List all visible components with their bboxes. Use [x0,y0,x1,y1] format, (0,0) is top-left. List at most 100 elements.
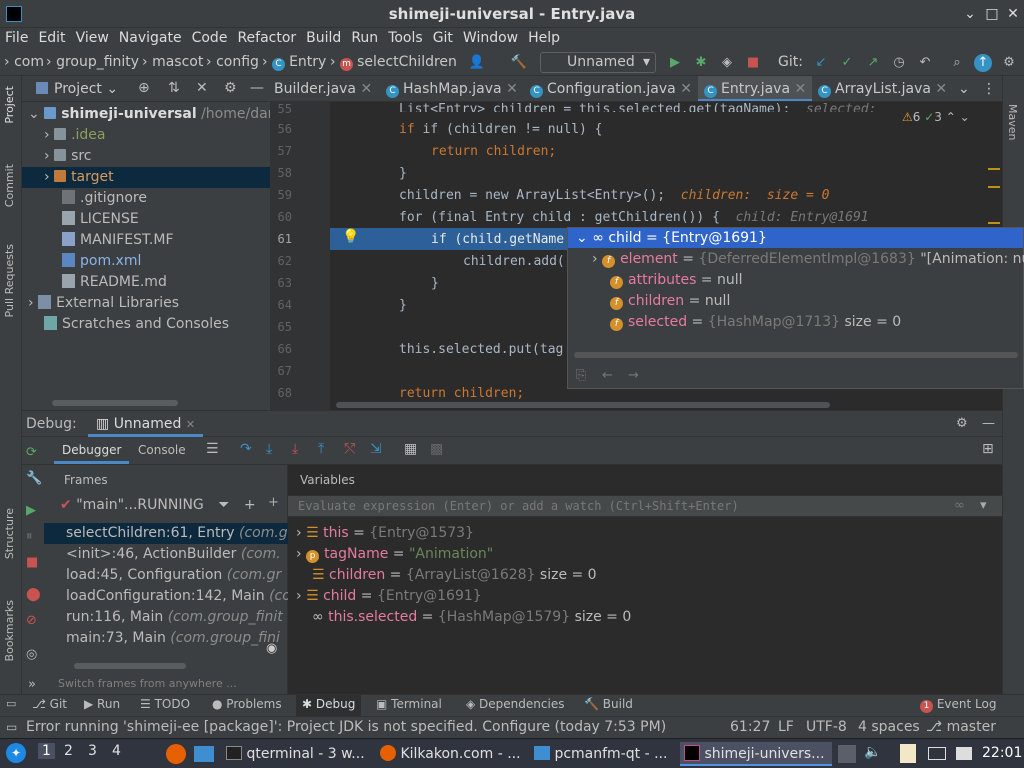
status-message[interactable]: Error running 'shimeji-ee [package]': Pr… [26,719,696,735]
popup-row-selected[interactable]: f selected = {HashMap@1713} size = 0 [610,312,901,333]
tool-dependencies[interactable]: ◈ Dependencies [466,697,564,711]
network-icon[interactable] [956,747,972,760]
force-step-into-icon[interactable]: ⤓ [292,441,298,457]
mute-breakpoints-icon[interactable]: ⊘ [26,613,37,628]
event-log[interactable]: 1 Event Log [920,697,996,713]
line-separator[interactable]: LF [778,719,794,735]
update-ide-icon[interactable]: ↑ [974,54,992,72]
popup-scrollbar[interactable] [574,352,1018,358]
evaluate-input[interactable]: Evaluate expression (Enter) or add a wat… [288,495,1002,517]
tab-configuration[interactable]: C Configuration.java ✕ [530,76,692,101]
lightbulb-icon[interactable]: 💡 [342,229,359,245]
pin-icon[interactable]: ⎘ [576,368,586,383]
menu-edit[interactable]: Edit [33,28,70,48]
code-line-60[interactable]: for (final Entry child : getChildren()) … [399,210,869,225]
close-tab-icon[interactable]: ✕ [506,81,518,97]
tool-tab-maven[interactable]: Maven [1006,104,1019,140]
gear-icon[interactable]: ⚙ [956,416,968,431]
wrench-icon[interactable]: 🔧 [26,471,42,486]
debug-session-tab[interactable]: ▥ Unnamed ✕ [88,411,204,437]
run-icon[interactable]: ▶ [666,54,684,72]
tool-todo[interactable]: ☰ TODO [140,697,190,711]
volume-icon[interactable]: 🔈 [864,744,881,760]
tool-tab-structure[interactable]: Structure [3,508,16,559]
tool-debug[interactable]: ✱ Debug [296,695,362,716]
git-push-icon[interactable]: ↗ [864,54,882,72]
popup-row-children[interactable]: f children = null [610,291,730,312]
chevron-down-icon[interactable]: ▾ [980,498,987,513]
workspace-4[interactable]: 4 [112,743,121,759]
tool-problems[interactable]: ● Problems [212,697,282,711]
tab-debugger[interactable]: Debugger [54,437,130,464]
task-firefox[interactable]: Kilkakon.com - ... [376,742,524,766]
code-line-63[interactable]: } [431,276,439,291]
workspace-2[interactable]: 2 [64,743,73,759]
firefox-launcher-icon[interactable] [166,744,186,764]
tool-terminal[interactable]: ▣ Terminal [376,697,442,711]
indent-setting[interactable]: 4 spaces [858,719,920,735]
hide-panel-icon[interactable]: — [250,80,264,96]
stop-icon[interactable]: ■ [744,54,762,72]
variable-row-this[interactable]: › ☰ this = {Entry@1573} [296,523,474,544]
menu-tools[interactable]: Tools [383,28,428,48]
breadcrumb-select-children[interactable]: › m selectChildren [330,54,457,71]
variable-row-this-selected[interactable]: ∞ this.selected = {HashMap@1579} size = … [312,607,631,628]
tree-item-scratches[interactable]: Scratches and Consoles [22,314,270,335]
maximize-icon[interactable]: □ [982,4,1002,24]
inspection-widget[interactable]: ⚠6 ✓3 ⌃ ⌄ [902,110,970,124]
view-breakpoints-icon[interactable]: ⬤ [26,587,41,602]
tool-tab-bookmarks[interactable]: Bookmarks [3,600,16,661]
breadcrumb-com[interactable]: › com [4,54,44,70]
frame-row[interactable]: loadConfiguration:142, Main (co [44,586,288,607]
debug-icon[interactable]: ✱ [692,54,710,72]
git-branch[interactable]: ⎇ master [926,719,996,735]
layout-icon[interactable]: ⊞ [982,441,994,457]
frames-scrollbar[interactable] [74,663,186,669]
start-menu-icon[interactable]: ✦ [6,743,26,763]
tab-options-icon[interactable]: ⋮ [982,76,996,101]
hide-panel-icon[interactable]: — [982,416,995,431]
menu-view[interactable]: View [71,28,114,48]
variable-row-tagname[interactable]: › p tagName = "Animation" [296,544,493,565]
frame-row[interactable]: main:73, Main (com.group_fini [44,628,288,649]
popup-header[interactable]: ⌄ ∞ child = {Entry@1691} [568,228,1023,248]
code-line-55[interactable]: List<Entry> children = this.selected.get… [399,102,876,112]
search-icon[interactable]: ⌕ [948,54,966,72]
frame-row[interactable]: selectChildren:61, Entry (com.g [44,523,288,544]
rollback-icon[interactable]: ↶ [916,54,934,72]
collapse-all-icon[interactable]: ⇅ [168,80,180,96]
frame-row[interactable]: <init>:46, ActionBuilder (com. [44,544,288,565]
tab-entry[interactable]: C Entry.java ✕ [698,76,813,101]
horizontal-scrollbar[interactable] [52,400,178,406]
code-line-68[interactable]: return children; [399,386,524,401]
tree-item-license[interactable]: LICENSE [22,209,270,230]
tree-item-gitignore[interactable]: .gitignore [22,188,270,209]
back-arrow-icon[interactable]: ← [602,368,613,383]
code-line-61[interactable]: if (child.getName [431,232,564,247]
menu-icon[interactable]: ☰ [206,441,219,457]
tab-console[interactable]: Console [138,443,186,457]
stop-icon[interactable]: ■ [26,555,38,570]
git-update-icon[interactable]: ↙ [812,54,830,72]
coverage-icon[interactable]: ◈ [718,54,736,72]
menu-build[interactable]: Build [301,28,346,48]
menu-file[interactable]: File [0,28,33,48]
camera-icon[interactable]: ◎ [26,647,37,662]
tree-item-pom[interactable]: pom.xml [22,251,270,272]
menu-refactor[interactable]: Refactor [232,28,301,48]
tree-item-external-libraries[interactable]: › External Libraries [22,293,270,314]
tool-tab-pull-requests[interactable]: Pull Requests [3,244,16,317]
code-line-56[interactable]: if if (children != null) { [399,122,603,137]
tool-tab-project[interactable]: Project [3,86,16,124]
code-line-57[interactable]: return children; [431,144,556,159]
breadcrumb-config[interactable]: › config [206,54,259,70]
breadcrumb-mascot[interactable]: › mascot [142,54,203,70]
workspace-3[interactable]: 3 [88,743,97,759]
menu-code[interactable]: Code [187,28,233,48]
editor-h-scrollbar[interactable] [336,402,830,408]
git-commit-icon[interactable]: ✓ [838,54,856,72]
tool-tab-commit[interactable]: Commit [3,164,16,207]
close-icon[interactable]: ✕ [186,418,195,431]
evaluate-icon[interactable]: ▦ [404,441,417,457]
task-pcmanfm[interactable]: pcmanfm-qt - ... [530,742,676,766]
